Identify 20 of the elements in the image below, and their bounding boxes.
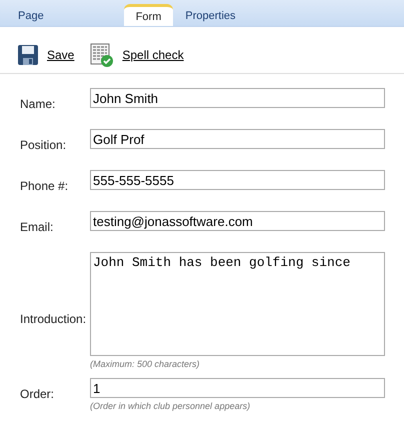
field-label: Position: (20, 138, 68, 152)
input-field[interactable]: testing@jonassoftware.com (90, 211, 385, 231)
field-label: Phone #: (20, 179, 70, 193)
save-link[interactable]: Save (17, 44, 74, 66)
field-label: Introduction: (20, 312, 88, 326)
tab[interactable]: Page (8, 6, 54, 26)
field-label: Name: (20, 97, 56, 111)
spell-check-link[interactable]: Spell check (90, 43, 184, 67)
hint-text: (Order in which club personnel appears) (90, 401, 252, 412)
field-label: Order: (20, 387, 56, 401)
input-field[interactable]: 555-555-5555 (90, 170, 385, 190)
field-label: Email: (20, 220, 54, 234)
text-area[interactable]: John Smith has been golfing since (90, 252, 385, 356)
tab[interactable]: Properties (175, 6, 246, 26)
hint-text: (Maximum: 500 characters) (90, 359, 201, 370)
input-field[interactable]: 1 (90, 378, 385, 398)
document-check-icon (90, 43, 114, 67)
tab[interactable]: Form (124, 4, 174, 26)
input-field[interactable]: John Smith (90, 88, 385, 108)
input-field[interactable]: Golf Prof (90, 129, 385, 149)
